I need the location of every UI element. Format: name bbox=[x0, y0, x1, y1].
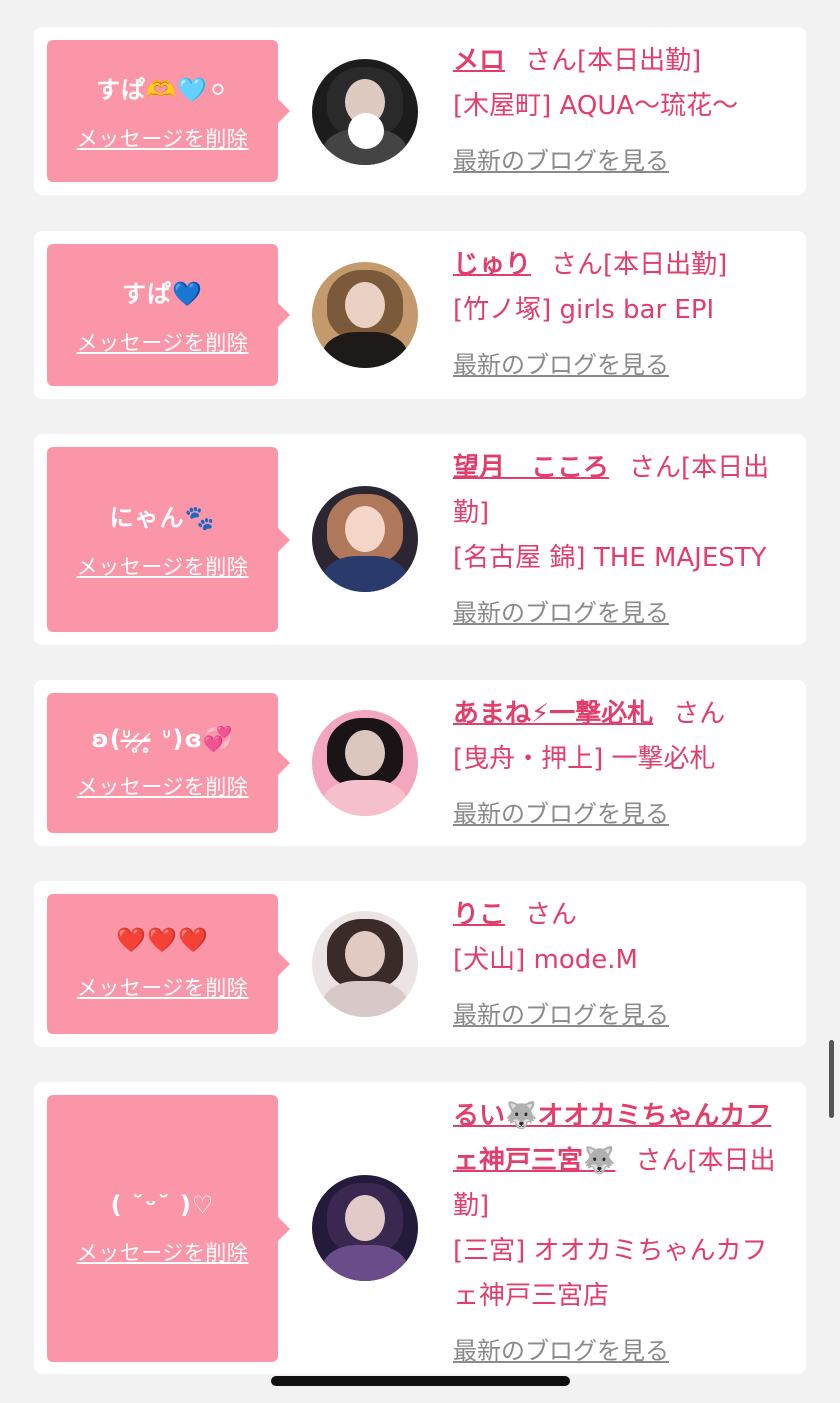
honorific-status: さん bbox=[525, 900, 578, 930]
latest-blog-link[interactable]: 最新のブログを見る bbox=[453, 139, 792, 184]
girl-info: 望月 こころ さん[本日出勤] [名古屋 錦] THE MAJESTY 最新のブロ… bbox=[453, 446, 792, 636]
honorific-status: さん[本日出勤] bbox=[525, 46, 702, 76]
girl-card: すぱ💙 メッセージを削除 じゅり さん[本日出勤] [竹ノ塚] girls bar… bbox=[34, 231, 806, 399]
message-bubble: ʚ(ᐡ ̶̷̥-̶̷̥ ᐡ)ɞ💞 メッセージを削除 bbox=[47, 693, 290, 833]
girl-card: にゃん🐾 メッセージを削除 望月 こころ さん[本日出勤] [名古屋 錦] THE… bbox=[34, 434, 806, 645]
girl-info: メロ さん[本日出勤] [木屋町] AQUA〜琉花〜 最新のブログを見る bbox=[453, 39, 792, 184]
delete-message-link[interactable]: メッセージを削除 bbox=[77, 771, 249, 801]
delete-message-link[interactable]: メッセージを削除 bbox=[77, 327, 249, 357]
avatar[interactable] bbox=[312, 911, 418, 1017]
delete-message-link[interactable]: メッセージを削除 bbox=[77, 1237, 249, 1267]
shop-name: [木屋町] AQUA〜琉花〜 bbox=[453, 91, 739, 121]
delete-message-link[interactable]: メッセージを削除 bbox=[77, 123, 249, 153]
shop-name: [犬山] mode.M bbox=[453, 945, 638, 975]
message-bubble: すぱ🫶🩵⚪ メッセージを削除 bbox=[47, 40, 290, 182]
girl-card: ( ˘ᵕ˘ )♡ メッセージを削除 るい🐺オオカミちゃんカフェ神戸三宮🐺 さん[本… bbox=[34, 1082, 806, 1374]
avatar[interactable] bbox=[312, 486, 418, 592]
girl-info: あまね⚡一撃必札 さん [曳舟・押上] 一撃必札 最新のブログを見る bbox=[453, 692, 792, 837]
message-text: すぱ💙 bbox=[122, 279, 203, 308]
message-text: にゃん🐾 bbox=[109, 504, 216, 532]
message-bubble: ❤️❤️❤️ メッセージを削除 bbox=[47, 894, 290, 1034]
avatar[interactable] bbox=[312, 59, 418, 165]
latest-blog-link[interactable]: 最新のブログを見る bbox=[453, 343, 792, 388]
girl-name-link[interactable]: りこ bbox=[453, 900, 505, 930]
girl-info: じゅり さん[本日出勤] [竹ノ塚] girls bar EPI 最新のブログを見… bbox=[453, 243, 792, 388]
shop-name: [竹ノ塚] girls bar EPI bbox=[453, 295, 715, 325]
girl-card: ❤️❤️❤️ メッセージを削除 りこ さん [犬山] mode.M 最新のブログを… bbox=[34, 881, 806, 1047]
message-text: ( ˘ᵕ˘ )♡ bbox=[110, 1190, 215, 1219]
message-text: ❤️❤️❤️ bbox=[116, 926, 209, 954]
home-indicator[interactable] bbox=[271, 1376, 570, 1386]
girl-card: すぱ🫶🩵⚪ メッセージを削除 メロ さん[本日出勤] [木屋町] AQUA〜琉花〜… bbox=[34, 27, 806, 195]
avatar[interactable] bbox=[312, 1175, 418, 1281]
scrollbar[interactable] bbox=[829, 1040, 834, 1118]
latest-blog-link[interactable]: 最新のブログを見る bbox=[453, 792, 792, 837]
girl-name-link[interactable]: あまね⚡一撃必札 bbox=[453, 699, 653, 729]
latest-blog-link[interactable]: 最新のブログを見る bbox=[453, 993, 792, 1038]
shop-name: [三宮] オオカミちゃんカフェ神戸三宮店 bbox=[453, 1236, 768, 1311]
girl-name-link[interactable]: 望月 こころ bbox=[453, 453, 609, 483]
honorific-status: さん bbox=[673, 699, 726, 729]
girl-info: りこ さん [犬山] mode.M 最新のブログを見る bbox=[453, 893, 792, 1038]
avatar[interactable] bbox=[312, 262, 418, 368]
shop-name: [曳舟・押上] 一撃必札 bbox=[453, 744, 716, 774]
message-text: ʚ(ᐡ ̶̷̥-̶̷̥ ᐡ)ɞ💞 bbox=[91, 725, 234, 753]
girl-name-link[interactable]: じゅり bbox=[453, 250, 531, 280]
message-bubble: すぱ💙 メッセージを削除 bbox=[47, 244, 290, 386]
avatar[interactable] bbox=[312, 710, 418, 816]
latest-blog-link[interactable]: 最新のブログを見る bbox=[453, 1329, 792, 1374]
shop-name: [名古屋 錦] THE MAJESTY bbox=[453, 543, 767, 573]
message-bubble: ( ˘ᵕ˘ )♡ メッセージを削除 bbox=[47, 1095, 290, 1362]
girl-info: るい🐺オオカミちゃんカフェ神戸三宮🐺 さん[本日出勤] [三宮] オオカミちゃんカ… bbox=[453, 1094, 792, 1374]
message-bubble: にゃん🐾 メッセージを削除 bbox=[47, 447, 290, 632]
girl-name-link[interactable]: メロ bbox=[453, 46, 505, 76]
message-text: すぱ🫶🩵⚪ bbox=[96, 75, 229, 104]
honorific-status: さん[本日出勤] bbox=[551, 250, 728, 280]
girl-card: ʚ(ᐡ ̶̷̥-̶̷̥ ᐡ)ɞ💞 メッセージを削除 あまね⚡一撃必札 さん [曳舟… bbox=[34, 680, 806, 846]
latest-blog-link[interactable]: 最新のブログを見る bbox=[453, 591, 792, 636]
delete-message-link[interactable]: メッセージを削除 bbox=[77, 551, 249, 581]
delete-message-link[interactable]: メッセージを削除 bbox=[77, 972, 249, 1002]
